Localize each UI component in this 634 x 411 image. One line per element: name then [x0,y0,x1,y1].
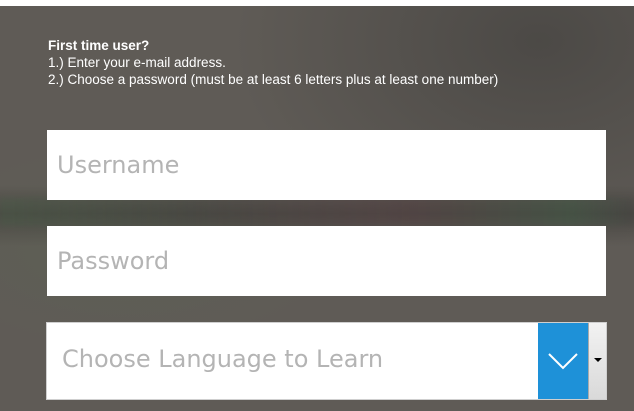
background-strip [0,198,634,226]
caret-down-icon [594,358,602,362]
password-field-container [47,226,606,296]
username-field-container [47,130,606,200]
language-select-value: Choose Language to Learn [62,345,384,373]
password-input[interactable] [47,226,606,296]
instructions-step-2: 2.) Choose a password (must be at least … [48,72,499,87]
language-dropdown-button[interactable] [538,323,588,399]
first-time-user-instructions: First time user? 1.) Enter your e-mail a… [48,37,498,88]
username-input[interactable] [47,130,606,200]
native-select-arrow[interactable] [588,323,606,399]
instructions-heading: First time user? [48,38,150,53]
instructions-step-1: 1.) Enter your e-mail address. [48,55,226,70]
top-border [0,0,634,6]
chevron-down-icon [548,353,578,370]
language-select[interactable]: Choose Language to Learn [46,322,607,400]
